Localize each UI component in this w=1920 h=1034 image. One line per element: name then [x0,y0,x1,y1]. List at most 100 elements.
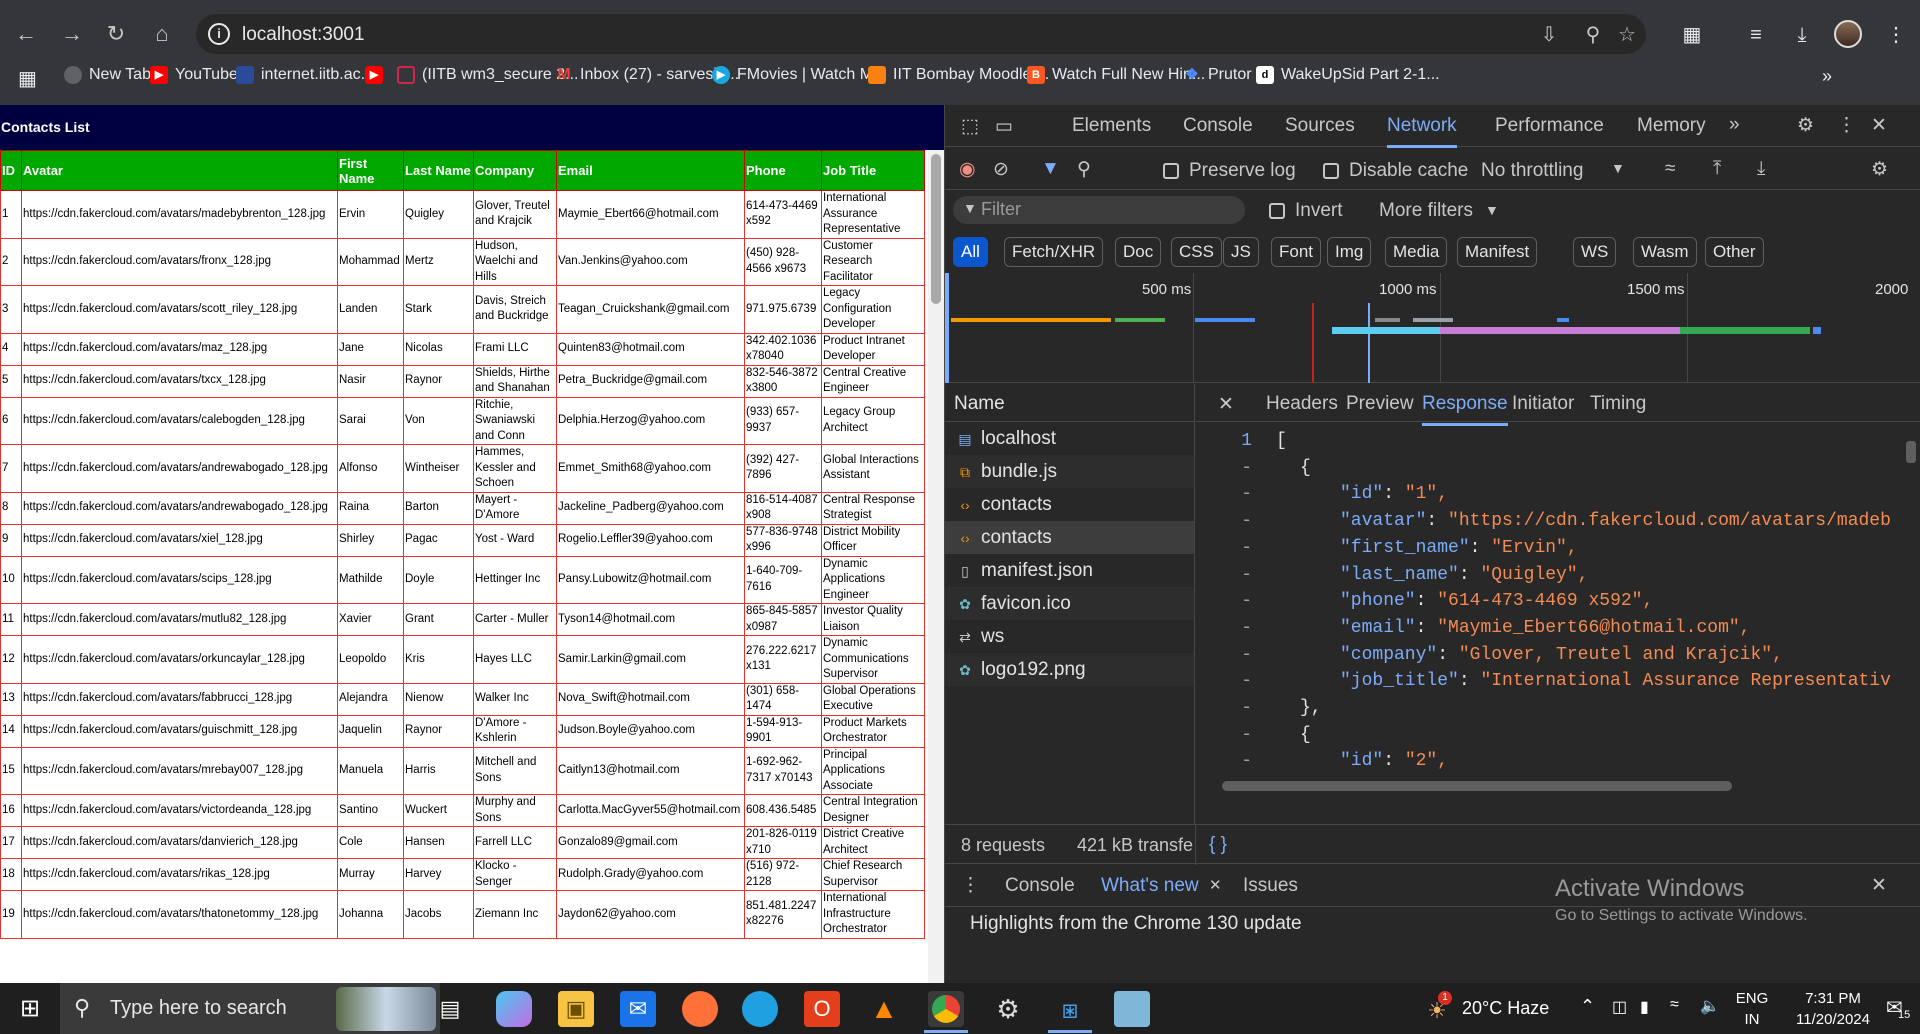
office-icon[interactable]: O [804,991,840,1027]
type-filter-all[interactable]: All [953,237,988,267]
battery-icon[interactable]: ▮ [1640,997,1649,1017]
profile-avatar[interactable] [1834,20,1862,48]
network-conditions-icon[interactable]: ≈ [1665,158,1675,180]
volume-icon[interactable]: 🔈 [1700,996,1720,1016]
inspect-element-icon[interactable]: ⬚ [961,115,979,138]
bookmark-wakeupsid[interactable]: d WakeUpSid Part 2-1... [1256,66,1440,84]
bookmark-prutor[interactable]: ❖ Prutor [1183,66,1251,84]
language-indicator[interactable]: ENG IN [1732,990,1772,1028]
close-tab-icon[interactable]: ✕ [1209,876,1222,894]
bookmark-youtube-2[interactable]: ▶ [365,66,383,84]
close-devtools-icon[interactable]: ✕ [1871,114,1887,137]
type-filter-media[interactable]: Media [1385,237,1448,267]
page-scrollbar[interactable] [928,150,944,983]
name-column-header[interactable]: Name [945,384,1194,422]
bookmark-internet-iitb[interactable]: internet.iitb.ac.in [236,66,378,84]
chevron-down-icon[interactable]: ▼ [1485,202,1499,218]
type-filter-manifest[interactable]: Manifest [1457,237,1538,267]
request-row[interactable]: ✿ logo192.png [945,653,1194,686]
close-drawer-icon[interactable]: ✕ [1871,874,1887,897]
export-har-icon[interactable]: ⤓ [1757,158,1765,180]
home-icon[interactable]: ⌂ [146,18,178,50]
drawer-tab-issues[interactable]: Issues [1243,875,1298,897]
request-row[interactable]: ▤ localhost [945,422,1194,455]
bookmark-fmovies[interactable]: ▶ FMovies | Watch M... [712,66,886,84]
reload-icon[interactable]: ↻ [100,18,132,50]
import-har-icon[interactable]: ⤒ [1713,158,1721,180]
drawer-menu-icon[interactable]: ⋮ [961,874,980,897]
network-settings-icon[interactable]: ⚙ [1871,158,1888,181]
install-app-icon[interactable]: ⇩ [1536,22,1562,48]
type-filter-css[interactable]: CSS [1171,237,1222,267]
forward-icon[interactable]: → [56,18,88,50]
settings-gear-icon[interactable]: ⚙ [1797,114,1814,137]
filter-funnel-icon[interactable]: ▼ [1041,158,1060,180]
tab-network[interactable]: Network [1387,115,1457,148]
edge-icon[interactable] [742,991,778,1027]
response-body[interactable]: 1 [- {- "id": "1", - "avatar": "https://cdn.f… [1196,423,1920,773]
request-row[interactable]: ▯ manifest.json [945,554,1194,587]
type-filter-wasm[interactable]: Wasm [1633,237,1697,267]
file-explorer-icon[interactable]: ▣ [558,991,594,1027]
device-toolbar-icon[interactable]: ▭ [995,115,1013,138]
copilot-icon[interactable] [496,991,532,1027]
tab-headers[interactable]: Headers [1266,393,1338,415]
bookmark-watch-hindi[interactable]: B Watch Full New Hin... [1027,66,1205,84]
pretty-print-icon[interactable]: { } [1209,834,1227,856]
more-filters-dropdown[interactable]: More filters [1379,200,1473,222]
type-filter-fetchxhr[interactable]: Fetch/XHR [1004,237,1104,267]
tab-performance[interactable]: Performance [1495,115,1604,137]
downloads-icon[interactable]: ⤓ [1786,20,1818,50]
preserve-log-checkbox[interactable] [1163,163,1179,179]
request-row[interactable]: ✿ favicon.ico [945,587,1194,620]
tab-memory[interactable]: Memory [1637,115,1706,137]
filter-input[interactable]: ▼ Filter [953,196,1245,224]
media-controls-icon[interactable]: ≡ [1740,20,1772,50]
network-overview-timeline[interactable]: 500 ms 1000 ms 1500 ms 2000 [945,273,1920,383]
type-filter-js[interactable]: JS [1223,237,1259,267]
chevron-down-icon[interactable]: ▼ [1611,160,1625,176]
usb-icon[interactable]: ◫ [1612,997,1627,1017]
clock[interactable]: 7:31 PM 11/20/2024 [1788,990,1878,1028]
zoom-icon[interactable]: ⚲ [1580,22,1606,48]
drawer-tab-whats-new[interactable]: What's new [1101,875,1199,897]
response-hscroll[interactable] [1202,779,1902,793]
bookmark-moodle[interactable]: IIT Bombay Moodle:... [868,66,1049,84]
windows-start-icon[interactable]: ⊞ [12,991,48,1027]
request-row[interactable]: ‹› contacts [945,521,1194,554]
type-filter-other[interactable]: Other [1705,237,1764,267]
tab-console[interactable]: Console [1183,115,1253,137]
scrollbar-thumb[interactable] [931,154,941,304]
vlc-icon[interactable]: ▲ [866,991,902,1027]
chrome-icon[interactable] [928,991,964,1027]
extensions-icon[interactable]: ▦ [1676,20,1708,50]
bookmark-iitb-wm3[interactable]: (IITB wm3_secure 2... [397,66,579,84]
bookmark-new-tab[interactable]: New Tab [64,66,151,84]
devtools-menu-icon[interactable]: ⋮ [1837,114,1856,137]
tab-initiator[interactable]: Initiator [1512,393,1574,415]
settings-gear-icon[interactable]: ⚙ [990,991,1026,1027]
address-bar[interactable]: i localhost:3001 ⇩ ⚲ ☆ [196,14,1646,54]
request-row[interactable]: ‹› contacts [945,488,1194,521]
wifi-icon[interactable]: ≈ [1670,996,1679,1014]
vscode-icon[interactable]: ⧆ [1052,991,1088,1027]
apps-grid-icon[interactable]: ▦ [18,66,37,91]
more-tabs-icon[interactable]: » [1729,114,1740,136]
tab-sources[interactable]: Sources [1285,115,1355,137]
weather-text[interactable]: 20°C Haze [1462,998,1549,1019]
invert-checkbox[interactable] [1269,203,1285,219]
search-icon[interactable]: ⚲ [1077,158,1091,181]
tab-preview[interactable]: Preview [1346,393,1414,415]
request-row[interactable]: ⧉ bundle.js [945,455,1194,488]
type-filter-ws[interactable]: WS [1573,237,1617,267]
taskbar-search[interactable]: ⚲ Type here to search [60,983,440,1034]
bookmark-youtube[interactable]: ▶ YouTube [150,66,238,84]
notepad-icon[interactable] [1114,991,1150,1027]
show-hidden-icons[interactable]: ⌃ [1580,996,1595,1017]
record-icon[interactable]: ◉ [959,158,976,181]
firefox-icon[interactable] [682,991,718,1027]
response-vscroll[interactable] [1904,429,1918,779]
tab-response[interactable]: Response [1422,393,1508,426]
menu-kebab-icon[interactable]: ⋮ [1880,20,1912,50]
type-filter-img[interactable]: Img [1327,237,1372,267]
